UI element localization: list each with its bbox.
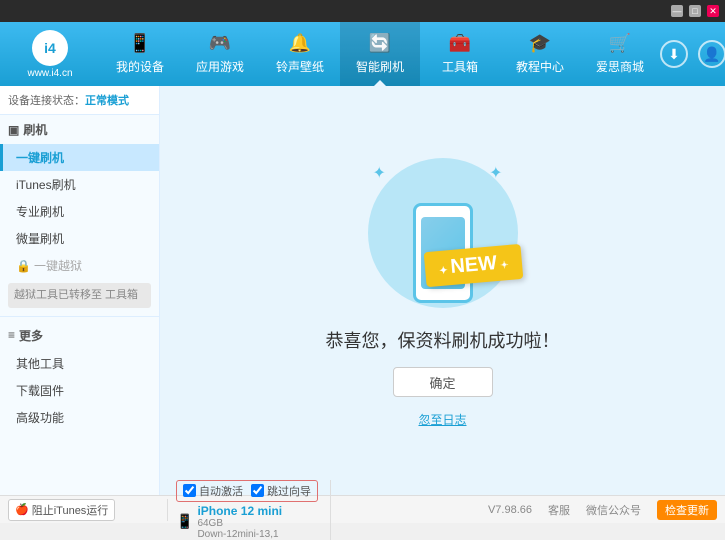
nav-bar: 📱 我的设备 🎮 应用游戏 🔔 铃声壁纸 🔄 智能刷机 🧰 工具箱 🎓 教程中心… (100, 22, 660, 86)
status-label: 设备连接状态： (8, 95, 85, 107)
version-label: V7.98.66 (488, 504, 532, 516)
status-value: 正常模式 (85, 95, 129, 107)
nav-smart-flash[interactable]: 🔄 智能刷机 (340, 22, 420, 86)
auto-activate-checkbox[interactable] (183, 484, 196, 497)
sidebar-item-download-fw[interactable]: 下载固件 (0, 377, 159, 404)
nav-store[interactable]: 🛒 爱思商城 (580, 22, 660, 86)
logo-text: www.i4.cn (27, 68, 72, 79)
bottom-right: V7.98.66 客服 微信公众号 检查更新 (488, 500, 717, 520)
bottom-checkboxes: 自动激活 跳过向导 (176, 480, 318, 502)
toolbox-icon: 🧰 (449, 33, 471, 54)
device-name: iPhone 12 mini (197, 504, 282, 518)
content-area: ✦ ✦ NEW 恭喜您，保资料刷机成功啦！ 确定 忽至日志 (160, 86, 725, 495)
nav-tutorial-label: 教程中心 (516, 58, 564, 75)
nav-apps-games-label: 应用游戏 (196, 58, 244, 75)
new-badge: NEW (425, 248, 522, 283)
sidebar: 设备连接状态：正常模式 ▣ 刷机 一键刷机 iTunes刷机 专业刷机 微量刷机… (0, 86, 160, 495)
ringtone-icon: 🔔 (289, 33, 311, 54)
user-button[interactable]: 👤 (698, 40, 725, 68)
nav-tutorial[interactable]: 🎓 教程中心 (500, 22, 580, 86)
section-more-title: ≡ 更多 (0, 321, 159, 350)
nav-smart-flash-label: 智能刷机 (356, 58, 404, 75)
tutorial-icon: 🎓 (529, 33, 551, 54)
new-ribbon-text: NEW (424, 244, 524, 287)
smart-flash-icon: 🔄 (369, 33, 391, 54)
itunes-button[interactable]: 🍎 阻止iTunes运行 (8, 499, 115, 521)
confirm-button[interactable]: 确定 (393, 367, 493, 397)
nav-right-controls: ⬇ 👤 (660, 40, 725, 68)
sidebar-jailbreak-note: 越狱工具已转移至 工具箱 (8, 283, 151, 308)
service-link[interactable]: 客服 (548, 502, 570, 518)
logo-icon: i4 (32, 30, 68, 66)
device-storage: 64GB (197, 518, 282, 529)
nav-apps-games[interactable]: 🎮 应用游戏 (180, 22, 260, 86)
section-flash-title: ▣ 刷机 (0, 115, 159, 144)
bottom-bar: 🍎 阻止iTunes运行 自动激活 跳过向导 📱 iPhone 12 mini … (0, 495, 725, 523)
sidebar-item-itunes-flash[interactable]: iTunes刷机 (0, 171, 159, 198)
maximize-button[interactable]: □ (689, 5, 701, 17)
sparkle-1: ✦ (373, 163, 386, 183)
nav-ringtone-label: 铃声壁纸 (276, 58, 324, 75)
minimize-button[interactable]: — (671, 5, 683, 17)
section-more-icon: ≡ (8, 328, 15, 342)
nav-my-device-label: 我的设备 (116, 58, 164, 75)
sidebar-item-advanced[interactable]: 高级功能 (0, 404, 159, 431)
sidebar-item-pro-flash[interactable]: 专业刷机 (0, 198, 159, 225)
update-button[interactable]: 检查更新 (657, 500, 717, 520)
store-icon: 🛒 (609, 33, 631, 54)
nav-my-device[interactable]: 📱 我的设备 (100, 22, 180, 86)
success-message: 恭喜您，保资料刷机成功啦！ (326, 327, 560, 353)
skip-wizard-label: 跳过向导 (267, 483, 311, 499)
title-bar: — □ ✕ (0, 0, 725, 22)
success-area: ✦ ✦ NEW 恭喜您，保资料刷机成功啦！ 确定 忽至日志 (326, 153, 560, 428)
main-area: 设备连接状态：正常模式 ▣ 刷机 一键刷机 iTunes刷机 专业刷机 微量刷机… (0, 86, 725, 495)
sparkle-2: ✦ (489, 163, 502, 183)
status-bar: 设备连接状态：正常模式 (0, 86, 159, 115)
phone-illustration: ✦ ✦ NEW (353, 153, 533, 313)
sidebar-divider (0, 316, 159, 317)
nav-store-label: 爱思商城 (596, 58, 644, 75)
checkbox-skip[interactable]: 跳过向导 (251, 483, 311, 499)
download-button[interactable]: ⬇ (660, 40, 688, 68)
sidebar-item-save-flash[interactable]: 微量刷机 (0, 225, 159, 252)
nav-ringtone[interactable]: 🔔 铃声壁纸 (260, 22, 340, 86)
device-model: Down-12mini-13,1 (197, 529, 282, 540)
wechat-link[interactable]: 微信公众号 (586, 502, 641, 518)
header: i4 www.i4.cn 📱 我的设备 🎮 应用游戏 🔔 铃声壁纸 🔄 智能刷机… (0, 22, 725, 86)
close-button[interactable]: ✕ (707, 5, 719, 17)
section-flash-icon: ▣ (8, 123, 19, 137)
sidebar-item-one-key-flash[interactable]: 一键刷机 (0, 144, 159, 171)
nav-toolbox-label: 工具箱 (442, 58, 478, 75)
itunes-icon: 🍎 (15, 503, 29, 516)
my-device-icon: 📱 (129, 33, 151, 54)
auto-activate-label: 自动激活 (199, 483, 243, 499)
skip-link[interactable]: 忽至日志 (418, 411, 466, 428)
logo-area: i4 www.i4.cn (0, 22, 100, 86)
skip-wizard-checkbox[interactable] (251, 484, 264, 497)
sidebar-item-jailbreak-disabled: 🔒一键越狱 (0, 252, 159, 279)
device-icon: 📱 (176, 513, 193, 530)
checkbox-auto[interactable]: 自动激活 (183, 483, 243, 499)
nav-toolbox[interactable]: 🧰 工具箱 (420, 22, 500, 86)
apps-games-icon: 🎮 (209, 33, 231, 54)
sidebar-item-other-tools[interactable]: 其他工具 (0, 350, 159, 377)
